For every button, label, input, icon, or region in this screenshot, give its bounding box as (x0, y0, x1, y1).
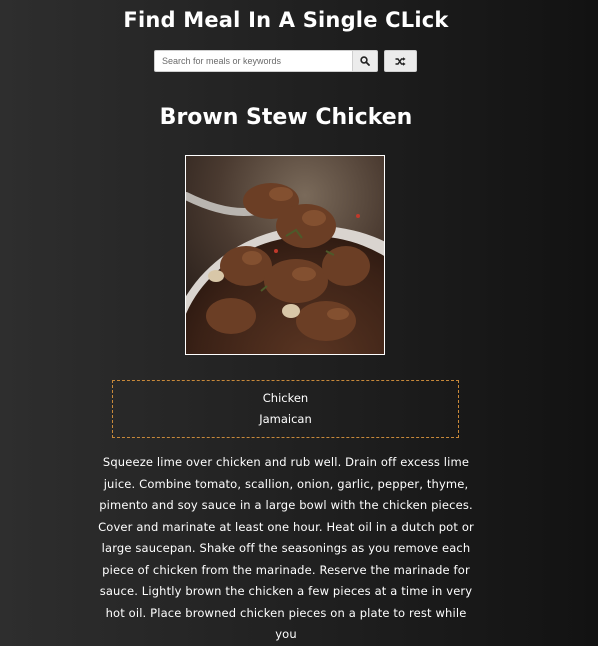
meal-instructions: Squeeze lime over chicken and rub well. … (98, 455, 474, 641)
meal-info: Chicken Jamaican (112, 380, 459, 438)
meal-category: Chicken (262, 391, 309, 405)
page-title: Find Meal In A Single CLick (123, 8, 449, 32)
search-icon (360, 56, 370, 66)
search-input[interactable] (154, 50, 352, 72)
random-meal-button[interactable] (384, 50, 417, 72)
search-button[interactable] (352, 50, 378, 72)
meal-title: Brown Stew Chicken (159, 105, 413, 130)
meal-image (185, 155, 385, 355)
meal-area: Jamaican (259, 412, 312, 426)
shuffle-icon (395, 56, 406, 66)
